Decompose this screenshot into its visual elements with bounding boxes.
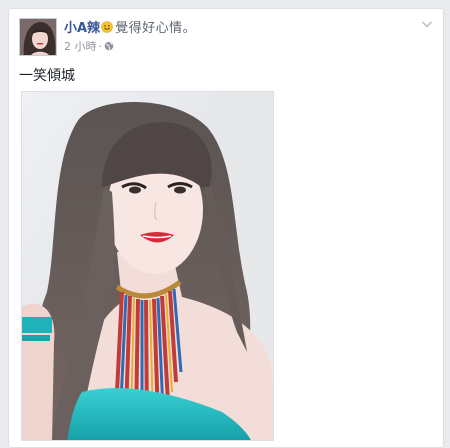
post-header: 小A辣 覺得好心情。 [64,21,196,37]
portrait-image [22,92,273,440]
timestamp[interactable]: 2 小時 [64,40,97,53]
feeling-text: 覺得好心情。 [115,21,197,36]
post-caption: 一笑傾城 [19,68,75,84]
meta-separator: · [98,40,103,53]
post-photo[interactable] [21,91,274,441]
author-name[interactable]: 小A辣 [64,21,100,36]
smiley-emoji-icon [101,21,113,33]
globe-icon[interactable] [104,41,114,51]
post-meta: 2 小時 · [64,40,114,54]
avatar-photo [20,19,56,55]
avatar[interactable] [19,18,57,56]
post-card: 小A辣 覺得好心情。 2 小時 · 一笑傾城 [8,8,444,448]
chevron-down-icon[interactable] [421,19,433,29]
